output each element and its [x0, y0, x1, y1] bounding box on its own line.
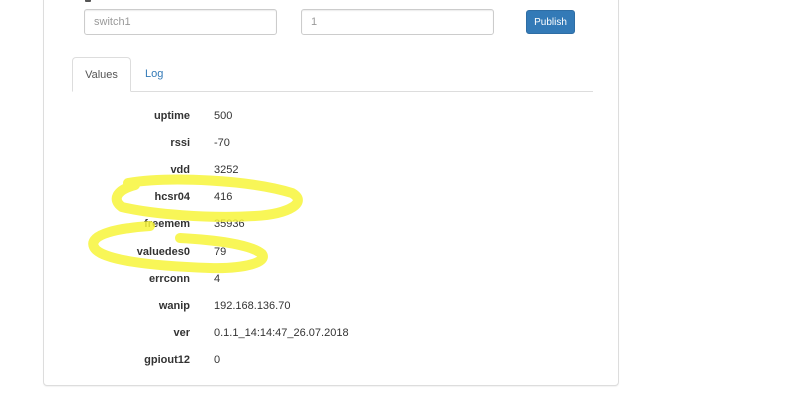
- tab-bar: Values Log: [72, 57, 593, 92]
- value-key: rssi: [170, 137, 190, 149]
- value-value: 4: [214, 273, 221, 285]
- value-value: 79: [214, 246, 227, 258]
- value-value: 0: [214, 354, 221, 366]
- value-value: 0.1.1_14:14:47_26.07.2018: [214, 327, 349, 339]
- value-key: ver: [173, 327, 190, 339]
- value-key: hcsr04: [154, 191, 190, 203]
- value-value: 500: [214, 110, 233, 122]
- publish-button[interactable]: Publish: [526, 10, 575, 34]
- value-key: wanip: [158, 300, 190, 312]
- value-value: 416: [214, 191, 233, 203]
- value-key: uptime: [153, 110, 190, 122]
- value-key: errconn: [149, 273, 190, 285]
- value-key: gpiout12: [144, 354, 190, 366]
- value-value: 3252: [214, 164, 239, 176]
- value-key: freemem: [144, 218, 190, 230]
- tab-log[interactable]: Log: [145, 57, 163, 91]
- panel-label-fragment: [85, 0, 91, 2]
- value-key: vdd: [170, 164, 190, 176]
- topic-input[interactable]: [84, 9, 277, 35]
- value-value: -70: [214, 137, 230, 149]
- tab-values[interactable]: Values: [72, 57, 131, 92]
- value-value: 35936: [214, 218, 245, 230]
- value-input[interactable]: [301, 9, 494, 35]
- value-value: 192.168.136.70: [214, 300, 291, 312]
- value-key: valuedes0: [136, 246, 190, 258]
